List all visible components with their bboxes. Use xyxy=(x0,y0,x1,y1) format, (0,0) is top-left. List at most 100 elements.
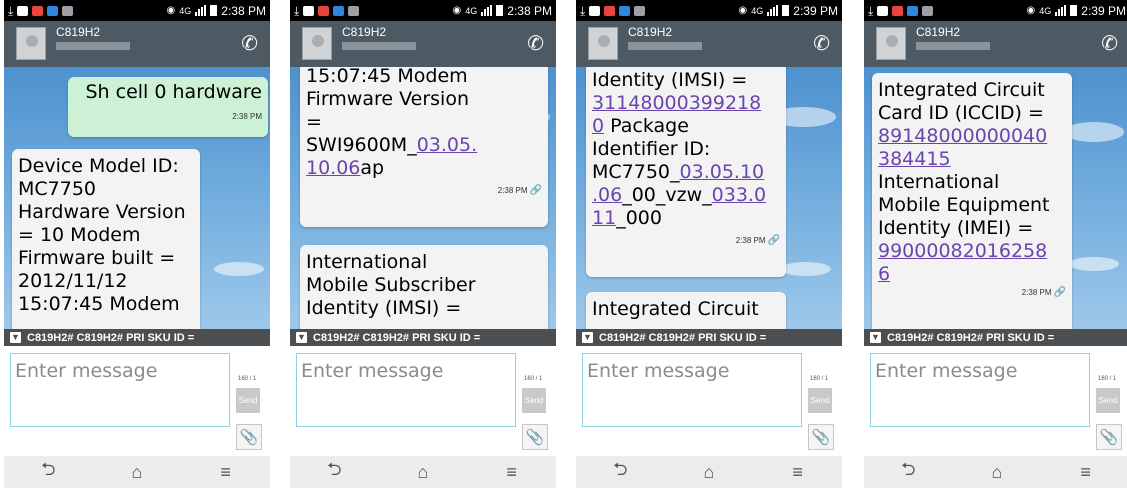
status-bar: ⤓ ◉ 4G 2:39 PM xyxy=(576,0,842,21)
message-time-row: 2:38 PM 🔗 xyxy=(306,186,542,196)
send-button[interactable]: Send xyxy=(808,388,832,413)
message-line: 15:07:45 Modem xyxy=(306,67,468,87)
message-link[interactable]: 0 xyxy=(592,115,604,137)
mail-icon xyxy=(62,5,74,16)
attach-icon[interactable]: 📎 xyxy=(1096,424,1122,450)
message-line: Identifier ID: xyxy=(592,138,711,160)
message-line: MC7750 xyxy=(18,178,97,200)
message-link[interactable]: 89148000000040 xyxy=(878,125,1047,147)
message-text: _000 xyxy=(616,207,662,229)
message-link[interactable]: 31148000399218 xyxy=(592,92,761,114)
phone-call-icon[interactable]: ✆ xyxy=(1101,31,1118,56)
message-time-row: 2:38 PM 🔗 xyxy=(592,236,780,246)
notification-ticker[interactable]: ▼ C819H2# C819H2# PRI SKU ID = xyxy=(290,329,556,346)
message-link[interactable]: 384415 xyxy=(878,148,951,170)
message-text: Sh cell 0 hardware xyxy=(85,81,263,103)
gallery-icon xyxy=(303,5,315,16)
home-icon[interactable]: ⌂ xyxy=(403,462,443,483)
message-line: MC7750_03.05.10 xyxy=(592,161,780,184)
phone-call-icon[interactable]: ✆ xyxy=(527,31,544,56)
send-button[interactable]: Send xyxy=(236,388,260,413)
notification-ticker[interactable]: ▼ C819H2# C819H2# PRI SKU ID = xyxy=(576,329,842,346)
contact-avatar[interactable] xyxy=(16,27,46,60)
message-link[interactable]: 03.05.10 xyxy=(680,161,765,183)
message-line: .06_00_vzw_033.0 xyxy=(592,184,780,207)
contact-avatar[interactable] xyxy=(876,27,906,60)
arrow-down-icon: ▼ xyxy=(10,332,21,343)
clock: 2:38 PM xyxy=(507,3,552,18)
menu-icon[interactable]: ≡ xyxy=(206,462,246,483)
phone-call-icon[interactable]: ✆ xyxy=(241,31,258,56)
message-text: _00_vzw_ xyxy=(622,184,712,206)
attach-icon[interactable]: 📎 xyxy=(236,424,262,450)
link-icon: 🔗 xyxy=(529,185,542,196)
attach-icon[interactable]: 📎 xyxy=(808,424,834,450)
incoming-message[interactable]: Integrated Circuit xyxy=(586,292,786,329)
ticker-text: C819H2# C819H2# PRI SKU ID = xyxy=(313,331,481,344)
message-line: Device Model ID: xyxy=(18,155,179,177)
navigation-bar: ⮌ ⌂ ≡ xyxy=(864,456,1127,488)
signal-strength-icon: ◉ xyxy=(166,5,176,16)
message-time-row: 2:38 PM 🔗 xyxy=(878,288,1066,298)
message-thread[interactable]: 15:07:45 Modem Firmware Version = SWI960… xyxy=(290,67,556,329)
back-icon[interactable]: ⮌ xyxy=(600,457,640,487)
phone-call-icon[interactable]: ✆ xyxy=(813,31,830,56)
message-input[interactable] xyxy=(582,353,802,427)
notification-ticker[interactable]: ▼ C819H2# C819H2# PRI SKU ID = xyxy=(4,329,270,346)
message-thread[interactable]: Identity (IMSI) = 31148000399218 0 Packa… xyxy=(576,67,842,329)
message-input[interactable] xyxy=(296,353,516,427)
menu-icon[interactable]: ≡ xyxy=(492,462,532,483)
message-link[interactable]: 033.0 xyxy=(712,184,766,206)
message-input[interactable] xyxy=(10,353,230,427)
notification-ticker[interactable]: ▼ C819H2# C819H2# PRI SKU ID = xyxy=(864,329,1127,346)
app-notification-icon xyxy=(604,5,616,16)
mail-icon xyxy=(634,5,646,16)
message-link[interactable]: .06 xyxy=(592,184,622,206)
app-notification-icon xyxy=(892,5,904,16)
back-icon[interactable]: ⮌ xyxy=(888,457,928,487)
message-time: 2:38 PM xyxy=(232,112,262,121)
mail-icon xyxy=(922,5,934,16)
attach-icon[interactable]: 📎 xyxy=(522,424,548,450)
contact-avatar[interactable] xyxy=(302,27,332,60)
message-thread[interactable]: Integrated Circuit Card ID (ICCID) = 891… xyxy=(864,67,1127,329)
back-icon[interactable]: ⮌ xyxy=(28,457,68,487)
link-icon: 🔗 xyxy=(1053,287,1066,298)
incoming-message[interactable]: Integrated Circuit Card ID (ICCID) = 891… xyxy=(872,73,1072,329)
home-icon[interactable]: ⌂ xyxy=(689,462,729,483)
phone-screen-2: ⤓ ◉ 4G 2:38 PM C819H2 ✆ 15:07:45 Modem F… xyxy=(290,0,556,488)
message-link[interactable]: 99000082016258 xyxy=(878,240,1047,262)
send-button[interactable]: Send xyxy=(522,388,546,413)
message-line: International xyxy=(878,171,1000,193)
incoming-message[interactable]: 15:07:45 Modem Firmware Version = SWI960… xyxy=(300,67,548,227)
battery-icon xyxy=(210,5,218,16)
message-link[interactable]: 03.05. xyxy=(417,134,477,156)
message-thread[interactable]: Sh cell 0 hardware 2:38 PM Device Model … xyxy=(4,67,270,329)
back-icon[interactable]: ⮌ xyxy=(314,457,354,487)
home-icon[interactable]: ⌂ xyxy=(977,462,1017,483)
download-icon: ⤓ xyxy=(294,3,300,18)
messenger-icon xyxy=(907,5,919,16)
menu-icon[interactable]: ≡ xyxy=(1066,462,1106,483)
message-link[interactable]: 11 xyxy=(592,207,616,229)
message-composer: 160 / 1 Send 📎 xyxy=(4,346,270,456)
message-link[interactable]: 10.06 xyxy=(306,157,360,179)
message-line: = 10 Modem xyxy=(18,224,141,246)
outgoing-message[interactable]: Sh cell 0 hardware 2:38 PM xyxy=(68,77,268,137)
message-link[interactable]: 6 xyxy=(878,263,890,285)
send-button[interactable]: Send xyxy=(1096,388,1120,413)
message-input[interactable] xyxy=(870,353,1090,427)
gallery-icon xyxy=(17,5,29,16)
phone-screen-1: ⤓ ◉ 4G 2:38 PM C819H2 ✆ Sh cell 0 hardwa… xyxy=(4,0,270,488)
incoming-message[interactable]: International Mobile Subscriber Identity… xyxy=(300,245,548,329)
contact-avatar[interactable] xyxy=(588,27,618,60)
menu-icon[interactable]: ≡ xyxy=(778,462,818,483)
char-counter: 160 / 1 xyxy=(524,376,543,382)
contact-number-redacted xyxy=(628,42,702,50)
incoming-message[interactable]: Identity (IMSI) = 31148000399218 0 Packa… xyxy=(586,67,786,277)
phone-screen-3: ⤓ ◉ 4G 2:39 PM C819H2 ✆ Identity (IMSI) … xyxy=(576,0,842,488)
message-composer: 160 / 1 Send 📎 xyxy=(576,346,842,456)
incoming-message[interactable]: Device Model ID: MC7750 Hardware Version… xyxy=(12,149,200,329)
download-icon: ⤓ xyxy=(580,3,586,18)
home-icon[interactable]: ⌂ xyxy=(117,462,157,483)
